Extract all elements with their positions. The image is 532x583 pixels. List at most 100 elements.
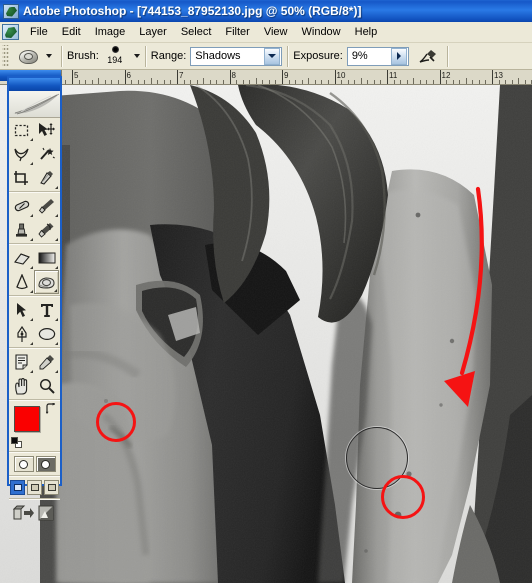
tool-clone-stamp[interactable] xyxy=(9,218,34,242)
tool-crop[interactable] xyxy=(9,166,34,190)
burn-tool-icon xyxy=(16,45,40,67)
ruler-minor-tick xyxy=(426,80,428,84)
jump-to-buttons xyxy=(9,501,60,524)
menu-item-file[interactable]: File xyxy=(23,24,55,41)
chevron-right-icon[interactable] xyxy=(390,47,407,65)
swap-colors-icon[interactable] xyxy=(46,403,57,414)
ruler-minor-tick xyxy=(78,80,80,84)
tool-eyedropper[interactable] xyxy=(34,350,59,374)
ruler-minor-tick xyxy=(380,80,382,84)
divider xyxy=(9,498,60,499)
ruler-tick-label: 8 xyxy=(231,71,236,80)
tool-type[interactable] xyxy=(34,298,59,322)
menu-item-layer[interactable]: Layer xyxy=(132,24,174,41)
tool-healing-brush[interactable] xyxy=(9,194,34,218)
toolbox-panel[interactable] xyxy=(7,76,62,521)
default-colors-icon[interactable] xyxy=(11,437,22,448)
ruler-minor-tick xyxy=(91,80,93,84)
range-select[interactable]: Shadows xyxy=(190,46,283,66)
tool-pen[interactable] xyxy=(9,322,34,346)
tool-notes[interactable] xyxy=(9,350,34,374)
ruler-minor-tick xyxy=(288,80,290,84)
menu-item-view[interactable]: View xyxy=(257,24,295,41)
ruler-minor-tick xyxy=(446,80,448,84)
menu-item-filter[interactable]: Filter xyxy=(218,24,256,41)
menu-item-select[interactable]: Select xyxy=(174,24,219,41)
toolbox-tool-grid xyxy=(9,118,60,398)
tool-rectangular-marquee[interactable] xyxy=(9,118,34,142)
divider xyxy=(9,191,60,192)
tool-magic-wand[interactable] xyxy=(34,142,59,166)
divider xyxy=(9,399,60,400)
window-title: Adobe Photoshop - [744153_87952130.jpg @… xyxy=(23,4,362,18)
tool-hand[interactable] xyxy=(9,374,34,398)
divider xyxy=(61,45,62,67)
ruler-tick-label: 10 xyxy=(336,71,346,80)
tool-lasso[interactable] xyxy=(9,142,34,166)
foreground-color-swatch[interactable] xyxy=(14,406,40,432)
ruler-minor-tick xyxy=(472,80,474,84)
ruler-minor-tick xyxy=(216,80,218,84)
annotation-circle-inner-elbow xyxy=(381,475,425,519)
ruler-minor-tick xyxy=(518,78,520,84)
photoshop-feather-icon xyxy=(2,24,19,40)
menu-item-edit[interactable]: Edit xyxy=(55,24,88,41)
tool-path-selection[interactable] xyxy=(9,298,34,322)
menu-item-window[interactable]: Window xyxy=(295,24,348,41)
brush-preset-thumbnail[interactable]: 194 xyxy=(103,44,127,68)
flyout-triangle-icon xyxy=(30,159,33,165)
menu-item-help[interactable]: Help xyxy=(348,24,385,41)
quick-mask-mode-button[interactable] xyxy=(35,456,56,472)
full-screen-mode-button[interactable] xyxy=(44,480,59,495)
brush-tip-icon xyxy=(111,46,119,53)
divider xyxy=(9,451,60,452)
ruler-minor-tick xyxy=(98,78,100,84)
photoshop-window: Adobe Photoshop - [744153_87952130.jpg @… xyxy=(0,0,532,583)
divider xyxy=(144,45,146,67)
annotation-arrow-down xyxy=(444,186,484,407)
flyout-triangle-icon xyxy=(30,367,33,373)
options-bar-grip[interactable] xyxy=(2,45,9,67)
tool-move[interactable] xyxy=(34,118,59,142)
ruler-minor-tick xyxy=(157,80,159,84)
ruler-tick-label: 5 xyxy=(74,71,79,80)
ruler-minor-tick xyxy=(485,80,487,84)
range-value: Shadows xyxy=(195,50,241,62)
horizontal-ruler[interactable]: 5 6 7 8 9 10 11 12 13 xyxy=(0,70,532,85)
jump-to-icon[interactable] xyxy=(13,504,34,522)
ruler-minor-tick xyxy=(432,80,434,84)
flyout-triangle-icon xyxy=(30,339,33,345)
imageready-icon[interactable] xyxy=(37,504,56,522)
tool-gradient[interactable] xyxy=(34,246,59,270)
tool-ellipse-shape[interactable] xyxy=(34,322,59,346)
tool-burn[interactable] xyxy=(34,270,59,294)
full-screen-menubar-mode-button[interactable] xyxy=(27,480,42,495)
tool-slice[interactable] xyxy=(34,166,59,190)
airbrush-icon[interactable] xyxy=(415,45,441,67)
tool-zoom[interactable] xyxy=(34,374,59,398)
ruler-minor-tick xyxy=(406,80,408,84)
tool-blur[interactable] xyxy=(9,270,34,294)
mask-mode-buttons xyxy=(9,454,60,474)
flyout-triangle-icon xyxy=(55,183,58,189)
exposure-input[interactable]: 9% xyxy=(346,46,409,66)
chevron-down-icon[interactable] xyxy=(133,54,140,58)
ruler-tick-label: 6 xyxy=(126,71,131,80)
tool-history-brush[interactable] xyxy=(34,218,59,242)
color-swatches[interactable] xyxy=(9,402,60,450)
ruler-minor-tick xyxy=(498,80,500,84)
document-canvas[interactable] xyxy=(0,85,532,583)
ruler-minor-tick xyxy=(262,80,264,84)
standard-mode-button[interactable] xyxy=(13,456,34,472)
flyout-triangle-icon xyxy=(30,211,33,217)
divider xyxy=(9,295,60,296)
standard-screen-mode-button[interactable] xyxy=(10,480,25,495)
flyout-triangle-icon xyxy=(55,315,58,321)
tool-preset-picker[interactable] xyxy=(12,45,56,67)
toolbox-titlebar[interactable] xyxy=(9,78,60,91)
menu-item-image[interactable]: Image xyxy=(88,24,133,41)
ruler-minor-tick xyxy=(327,80,329,84)
tool-brush[interactable] xyxy=(34,194,59,218)
chevron-down-icon[interactable] xyxy=(264,47,281,65)
tool-eraser[interactable] xyxy=(9,246,34,270)
